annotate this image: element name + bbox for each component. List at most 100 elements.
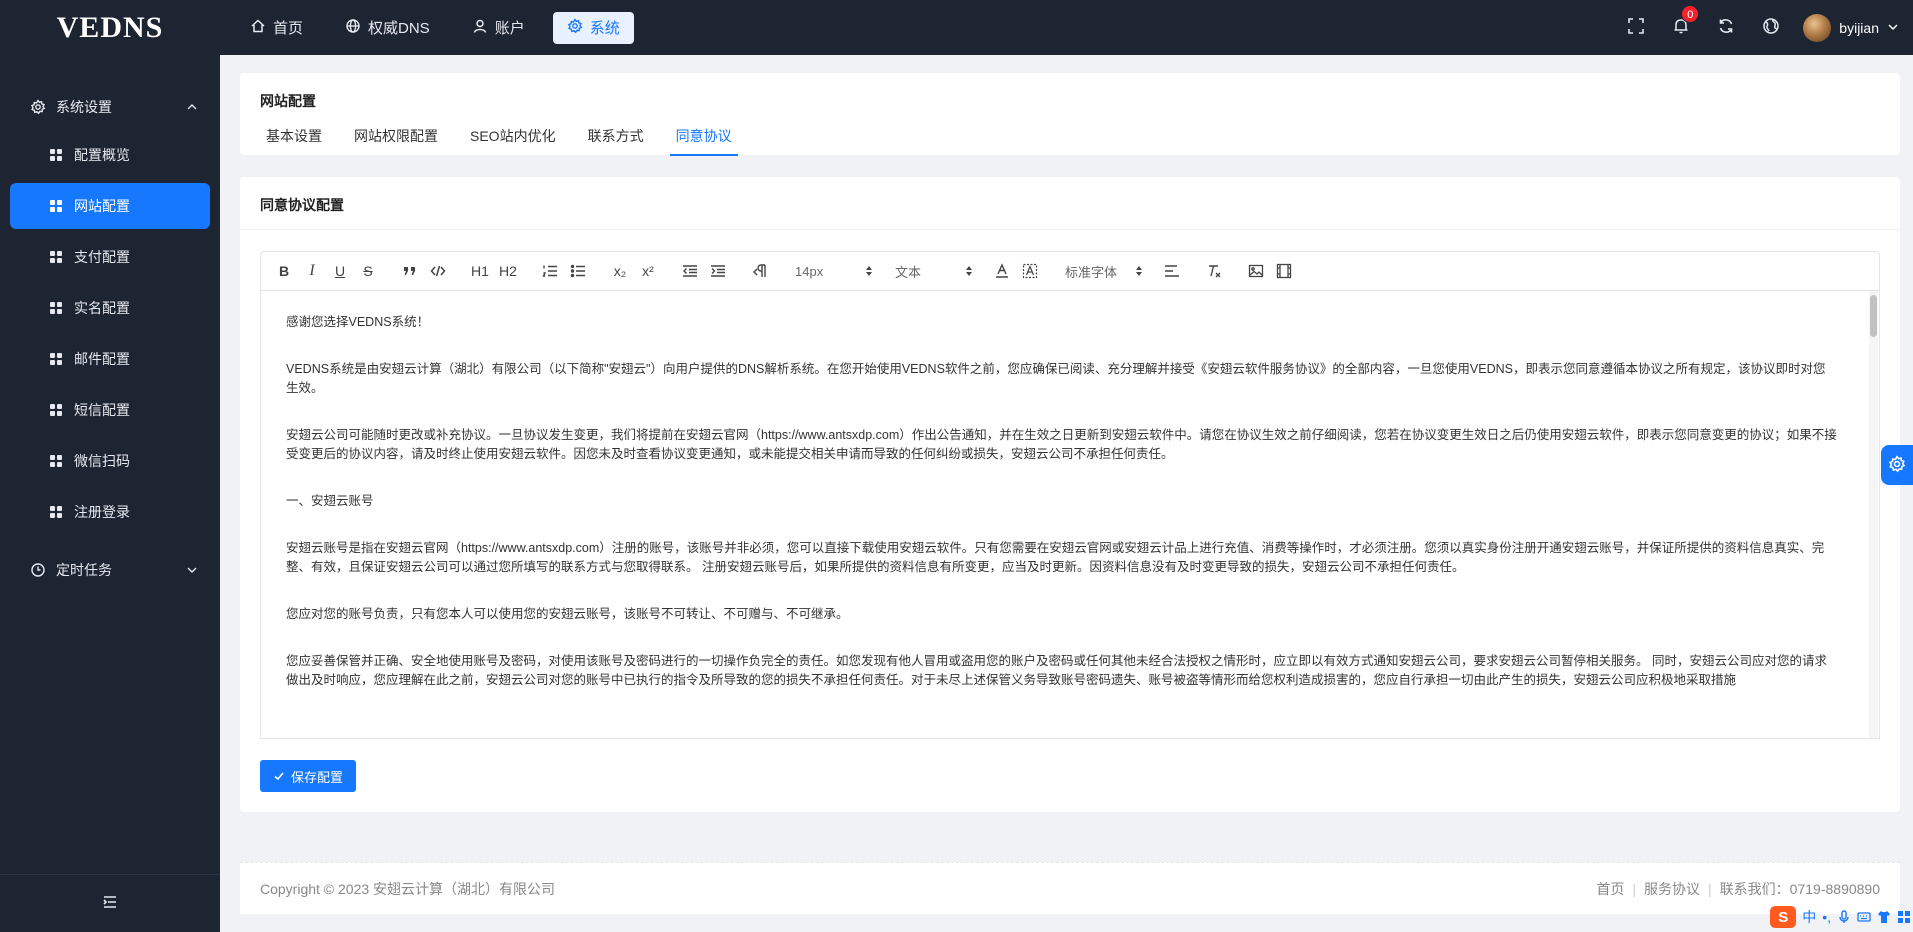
- code-block-button[interactable]: [427, 261, 449, 281]
- align-left-icon: [1165, 265, 1179, 277]
- font-size-value: 14px: [795, 263, 824, 279]
- rtl-icon: [753, 264, 766, 277]
- nav-home[interactable]: 首页: [236, 12, 317, 44]
- nav-home-label: 首页: [273, 20, 304, 37]
- clock-icon: [31, 562, 45, 577]
- tab-basic[interactable]: 基本设置: [260, 126, 328, 156]
- font-size-select[interactable]: 14px: [791, 264, 877, 279]
- tab-permissions[interactable]: 网站权限配置: [348, 126, 444, 156]
- skin-icon[interactable]: [1877, 910, 1891, 924]
- globe-icon: [345, 18, 361, 38]
- video-icon: [1276, 263, 1292, 279]
- footer: Copyright © 2023 安翅云计算（湖北）有限公司 首页 | 服务协议…: [240, 862, 1900, 914]
- grid-icon: [50, 200, 62, 212]
- insert-image-button[interactable]: [1245, 261, 1267, 281]
- ordered-list-button[interactable]: [539, 261, 561, 281]
- notification-badge: 0: [1681, 5, 1700, 23]
- sidebar-group-label: 定时任务: [56, 561, 112, 578]
- grid-icon: [50, 149, 62, 161]
- footer-link-home[interactable]: 首页: [1596, 879, 1624, 899]
- subscript-button[interactable]: x₂: [609, 261, 631, 281]
- insert-video-button[interactable]: [1273, 261, 1295, 281]
- page-title: 网站配置: [260, 93, 316, 109]
- underline-button[interactable]: U: [329, 261, 351, 281]
- font-family-select[interactable]: 标准字体: [1061, 262, 1147, 281]
- align-button[interactable]: [1161, 261, 1183, 281]
- tab-contact[interactable]: 联系方式: [582, 126, 650, 156]
- brand-logo[interactable]: VEDNS: [0, 11, 220, 45]
- save-config-button[interactable]: 保存配置: [260, 760, 356, 792]
- italic-button[interactable]: I: [301, 261, 323, 281]
- sogou-logo-icon[interactable]: S: [1770, 906, 1797, 928]
- outdent-button[interactable]: [679, 261, 701, 281]
- chevron-down-icon: [1887, 20, 1899, 36]
- sidebar-item-overview[interactable]: 配置概览: [10, 132, 210, 178]
- select-arrows-icon: [866, 266, 872, 276]
- fullscreen-button[interactable]: [1613, 17, 1658, 38]
- clear-format-button[interactable]: [1203, 261, 1225, 281]
- agreement-config-card: 同意协议配置 B I U S H1 H2 x₂ x² 14px 文本 标准字体: [240, 177, 1900, 812]
- sidebar-item-label: 配置概览: [74, 147, 130, 163]
- refresh-button[interactable]: [1703, 17, 1748, 38]
- tab-seo[interactable]: SEO站内优化: [464, 126, 562, 156]
- scrollbar-thumb[interactable]: [1870, 295, 1877, 337]
- indent-button[interactable]: [707, 261, 729, 281]
- gear-icon: [1888, 454, 1906, 476]
- sidebar-group-scheduled-tasks[interactable]: 定时任务: [0, 544, 220, 595]
- sidebar-group-system-settings[interactable]: 系统设置: [0, 81, 220, 132]
- ime-toolbar[interactable]: S 中 •,: [1770, 906, 1911, 928]
- nav-dns[interactable]: 权威DNS: [331, 12, 444, 44]
- sidebar-item-wechat[interactable]: 微信扫码: [10, 438, 210, 484]
- bullet-list-button[interactable]: [567, 261, 589, 281]
- notification-button[interactable]: 0: [1658, 5, 1703, 38]
- sidebar-item-label: 微信扫码: [74, 453, 130, 469]
- superscript-button[interactable]: x²: [637, 261, 659, 281]
- keyboard-icon[interactable]: [1857, 910, 1871, 924]
- agreement-paragraph: 您应妥善保管并正确、安全地使用账号及密码，对使用该账号及密码进行的一切操作负完全…: [286, 654, 1827, 687]
- punctuation-icon[interactable]: •,: [1822, 909, 1831, 925]
- grid-icon: [50, 506, 62, 518]
- sidebar-item-label: 网站配置: [74, 198, 130, 214]
- font-family-value: 标准字体: [1065, 264, 1118, 280]
- sidebar-item-sms[interactable]: 短信配置: [10, 387, 210, 433]
- editor-scrollbar[interactable]: [1869, 291, 1878, 738]
- blockquote-button[interactable]: [399, 261, 421, 281]
- check-icon: [274, 772, 284, 781]
- header-tools: 0 byijian: [1613, 0, 1913, 55]
- grid-icon: [50, 251, 62, 263]
- agreement-editor[interactable]: 感谢您选择VEDNS系统！ VEDNS系统是由安翅云计算（湖北）有限公司（以下简…: [260, 291, 1880, 739]
- gear-icon: [567, 17, 583, 38]
- top-nav: 首页 权威DNS 账户 系统: [236, 11, 634, 44]
- sidebar-item-realname[interactable]: 实名配置: [10, 285, 210, 331]
- nav-account[interactable]: 账户: [458, 12, 539, 44]
- text-color-button[interactable]: [991, 261, 1013, 281]
- editor-content[interactable]: 感谢您选择VEDNS系统！ VEDNS系统是由安翅云计算（湖北）有限公司（以下简…: [261, 291, 1879, 690]
- footer-link-agreement[interactable]: 服务协议: [1644, 879, 1700, 899]
- grid-icon: [50, 302, 62, 314]
- sidebar-item-site-config[interactable]: 网站配置: [10, 183, 210, 229]
- bold-button[interactable]: B: [273, 261, 295, 281]
- grid-icon: [50, 404, 62, 416]
- fullscreen-icon: [1627, 17, 1645, 38]
- tab-agreement[interactable]: 同意协议: [669, 126, 738, 156]
- text-direction-button[interactable]: [749, 261, 771, 281]
- nav-system[interactable]: 系统: [552, 11, 634, 44]
- microphone-icon[interactable]: [1837, 910, 1851, 924]
- sidebar-item-email[interactable]: 邮件配置: [10, 336, 210, 382]
- floating-settings-button[interactable]: [1881, 445, 1913, 485]
- block-format-select[interactable]: 文本: [891, 262, 977, 281]
- sidebar-item-payment[interactable]: 支付配置: [10, 234, 210, 280]
- user-menu[interactable]: byijian: [1803, 13, 1899, 42]
- heading2-button[interactable]: H2: [497, 261, 519, 281]
- sidebar-collapse-button[interactable]: [0, 874, 220, 932]
- sidebar-item-register-login[interactable]: 注册登录: [10, 489, 210, 535]
- ime-mode[interactable]: 中: [1802, 907, 1816, 927]
- toolbox-icon[interactable]: [1897, 910, 1911, 924]
- nav-dns-label: 权威DNS: [368, 20, 430, 37]
- username: byijian: [1839, 19, 1879, 36]
- language-button[interactable]: [1748, 17, 1793, 38]
- footer-link-contact[interactable]: 联系我们：0719-8890890: [1720, 879, 1880, 899]
- background-color-button[interactable]: [1019, 261, 1041, 281]
- heading1-button[interactable]: H1: [469, 261, 491, 281]
- strikethrough-button[interactable]: S: [357, 261, 379, 281]
